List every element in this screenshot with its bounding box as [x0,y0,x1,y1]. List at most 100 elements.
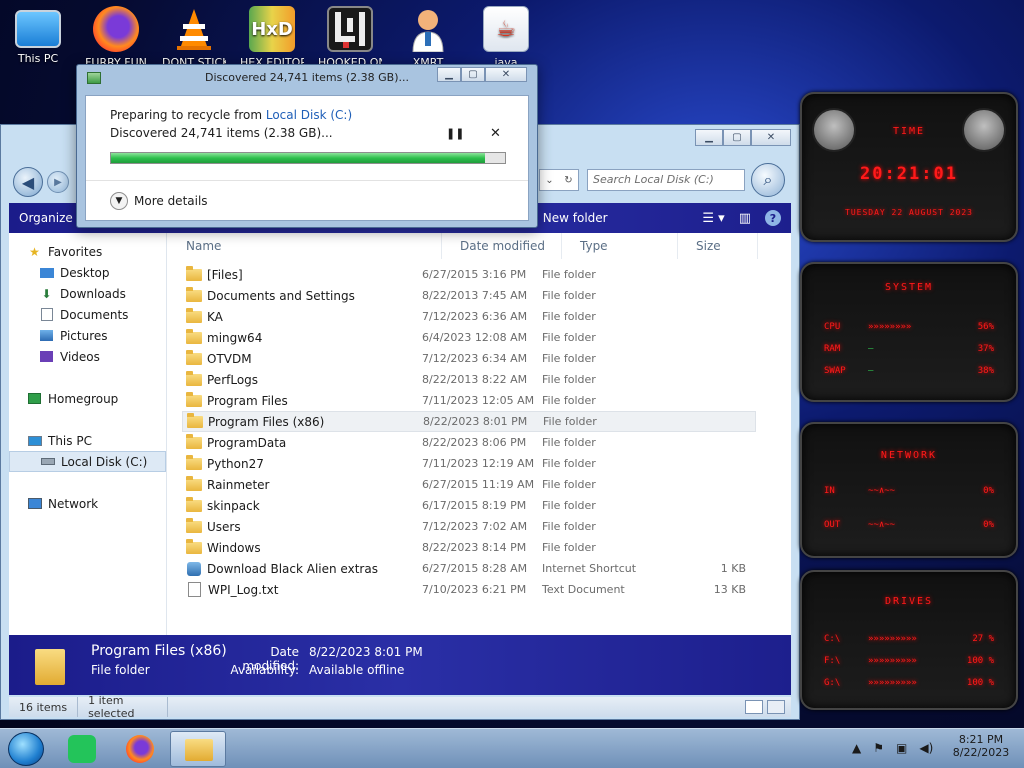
new-folder-button[interactable]: New folder [533,211,618,225]
file-row[interactable]: Download Black Alien extras 6/27/2015 8:2… [182,558,756,579]
dialog-maximize-button[interactable]: ▢ [461,67,485,82]
recycle-progress-dialog: Discovered 24,741 items (2.38 GB)... ▁ ▢… [76,64,538,228]
folder-icon [186,307,202,323]
file-size: 1 KB [720,562,746,575]
file-name-cell: skinpack [182,496,422,513]
column-type[interactable]: Type [562,233,678,259]
desktop-icon-hooked-on[interactable]: HOOKED ON [318,6,382,70]
nav-pictures[interactable]: Pictures [9,325,166,346]
gadget-system-panel: SYSTEM CPU »»»»»»»» 56% RAM — 37% SWAP — 38% [800,262,1018,402]
minimize-button[interactable]: ▁ [695,129,723,146]
file-row[interactable]: Rainmeter 6/27/2015 11:19 AM File folder [182,474,756,495]
file-row[interactable]: skinpack 6/17/2015 8:19 PM File folder [182,495,756,516]
column-name[interactable]: Name [168,233,442,259]
file-date: 8/22/2013 8:22 AM [422,373,528,386]
explorer-taskbar-button[interactable] [170,731,226,767]
gadget-date: TUESDAY 22 AUGUST 2023 [845,208,973,217]
refresh-icon[interactable]: ↻ [564,175,572,186]
file-row[interactable]: PerfLogs 8/22/2013 8:22 AM File folder [182,369,756,390]
back-button[interactable]: ◀ [13,167,43,197]
large-icons-view-icon[interactable] [767,700,785,714]
file-type: Internet Shortcut [542,562,637,575]
cancel-button[interactable]: ✕ [490,126,501,141]
desktop-icon-this-pc[interactable]: This PC [6,6,70,66]
file-row[interactable]: OTVDM 7/12/2023 6:34 AM File folder [182,348,756,369]
start-button[interactable] [8,732,44,766]
help-icon[interactable]: ? [765,210,781,226]
nav-desktop[interactable]: Desktop [9,262,166,283]
file-date: 7/10/2023 6:21 PM [422,583,527,596]
dialog-minimize-button[interactable]: ▁ [437,67,461,82]
close-button[interactable]: ✕ [751,129,791,146]
file-type: File folder [542,541,596,554]
firefox-icon[interactable] [126,735,154,763]
details-view-icon[interactable] [745,700,763,714]
flag-icon[interactable]: ⚑ [873,741,884,755]
dialog-close-button[interactable]: ✕ [485,67,527,82]
column-date[interactable]: Date modified [442,233,562,259]
folder-link-icon [186,286,202,302]
folder-icon [186,391,202,407]
folder-icon [186,433,202,449]
file-row[interactable]: Program Files (x86) 8/22/2023 8:01 PM File… [182,411,756,432]
messaging-app-icon[interactable] [68,735,96,763]
nav-this-pc[interactable]: This PC [9,430,166,451]
file-row[interactable]: Python27 7/11/2023 12:19 AM File folder [182,453,756,474]
file-row[interactable]: Documents and Settings 8/22/2013 7:45 AM F… [182,285,756,306]
network-icon[interactable]: ▣ [896,741,907,755]
desktop-icon-furry-fun[interactable]: FURRY FUN [84,6,148,70]
file-row[interactable]: ProgramData 8/22/2023 8:06 PM File folder [182,432,756,453]
status-item-count: 16 items [9,697,79,717]
organize-button[interactable]: Organize [9,211,83,225]
details-type: File folder [91,663,150,677]
desktop-icon-java[interactable]: ☕ java [474,6,538,70]
file-row[interactable]: WPI_Log.txt 7/10/2023 6:21 PM Text Documen… [182,579,756,600]
desktop-icon-xmrt[interactable]: XMRT [396,6,460,70]
file-row[interactable]: Program Files 7/11/2023 12:05 AM File fold… [182,390,756,411]
search-button[interactable]: ⌕ [751,163,785,197]
nav-homegroup[interactable]: Homegroup [9,388,166,409]
address-dropdown[interactable]: ⌄ ↻ [539,169,579,191]
file-type: File folder [542,289,596,302]
column-size[interactable]: Size [678,233,758,259]
file-row[interactable]: Windows 8/22/2023 8:14 PM File folder [182,537,756,558]
search-input[interactable]: Search Local Disk (C:) [587,169,745,191]
nav-downloads[interactable]: ⬇ Downloads [9,283,166,304]
forward-button[interactable]: ▶ [47,171,69,193]
nav-network[interactable]: Network [9,493,166,514]
view-options-icon[interactable]: ☰ ▾ [702,211,724,226]
file-name-cell: Rainmeter [182,475,422,492]
desktop-icon-label: This PC [17,52,59,65]
file-row[interactable]: KA 7/12/2023 6:36 AM File folder [182,306,756,327]
file-name: Users [207,519,241,534]
folder-icon [187,412,203,428]
nav-videos[interactable]: Videos [9,346,166,367]
clock[interactable]: 8:21 PM 8/22/2023 [946,733,1016,759]
more-details-label: More details [134,194,208,208]
network-icon [27,497,42,511]
file-name-cell: Windows [182,538,422,555]
file-row[interactable]: [Files] 6/27/2015 3:16 PM File folder [182,264,756,285]
speaker-icon[interactable]: ◀) [919,741,933,755]
maximize-button[interactable]: ▢ [723,129,751,146]
desktop-icon-dont-stick[interactable]: DONT STICK [162,6,226,70]
more-details-toggle[interactable]: ▼ More details [110,192,208,210]
source-drive-link[interactable]: Local Disk (C:) [266,108,352,122]
nav-favorites[interactable]: ★ Favorites [9,241,166,262]
preview-pane-icon[interactable]: ▥ [739,211,751,226]
file-name: Rainmeter [207,477,270,492]
drive-c-value: 27 % [972,634,994,644]
pause-button[interactable]: ❚❚ [446,127,464,140]
vlc-cone-icon [171,6,217,52]
cpu-label: CPU [824,322,841,332]
file-name-cell: ProgramData [182,433,422,450]
file-name: WPI_Log.txt [208,582,279,597]
ram-label: RAM [824,344,841,354]
folder-icon [186,328,202,344]
nav-documents[interactable]: Documents [9,304,166,325]
nav-local-disk[interactable]: Local Disk (C:) [9,451,166,472]
chevron-up-icon[interactable]: ▲ [852,741,861,755]
desktop-icon-hex-editor[interactable]: HxD HEX EDITOR [240,6,304,70]
file-row[interactable]: mingw64 6/4/2023 12:08 AM File folder [182,327,756,348]
file-row[interactable]: Users 7/12/2023 7:02 AM File folder [182,516,756,537]
